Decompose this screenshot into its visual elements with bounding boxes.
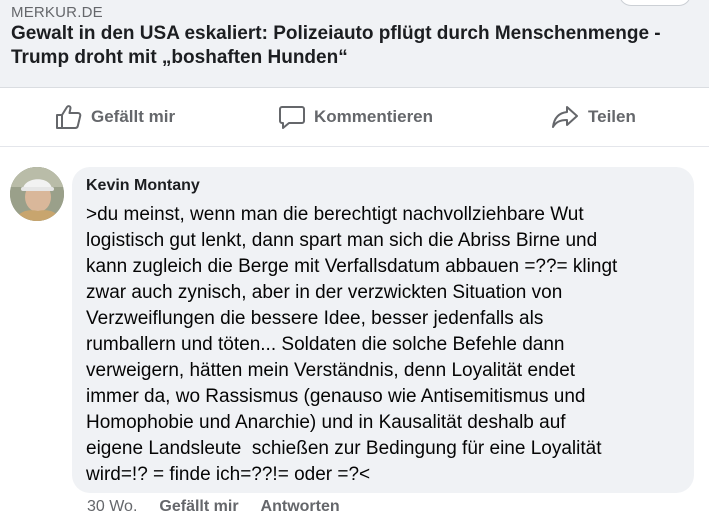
like-label: Gefällt mir <box>91 107 176 126</box>
like-button[interactable]: Gefällt mir <box>55 88 175 146</box>
comment-text: >du meinst, wenn man die berechtigt nach… <box>86 204 618 485</box>
comment-label: Kommentieren <box>314 107 434 126</box>
link-preview-card[interactable]: MERKUR.DE Gewalt in den USA eskaliert: P… <box>0 0 709 88</box>
avatar[interactable] <box>10 167 64 221</box>
share-button[interactable]: Teilen <box>550 88 636 146</box>
comment-author[interactable]: Kevin Montany <box>86 177 200 195</box>
thumbs-up-icon <box>56 105 82 129</box>
share-arrow-icon <box>552 106 578 128</box>
comment-like-button[interactable]: Gefällt mir <box>159 498 238 516</box>
link-source: MERKUR.DE <box>11 4 103 21</box>
comment-timestamp[interactable]: 30 Wo. <box>87 498 137 516</box>
comment-button[interactable]: Kommentieren <box>278 88 433 146</box>
share-label: Teilen <box>588 107 636 126</box>
comment-meta: 30 Wo. Gefällt mir Antworten <box>87 498 340 516</box>
speech-bubble-icon <box>279 106 305 129</box>
profile-photo <box>10 167 64 221</box>
comment-reply-button[interactable]: Antworten <box>261 498 340 516</box>
post-action-bar: Gefällt mir Kommentieren Teilen <box>0 88 709 147</box>
top-pill-edge <box>619 0 691 6</box>
link-headline[interactable]: Gewalt in den USA eskaliert: Polizeiauto… <box>11 22 701 70</box>
comment-bubble: Kevin Montany >du meinst, wenn man die b… <box>72 167 694 493</box>
